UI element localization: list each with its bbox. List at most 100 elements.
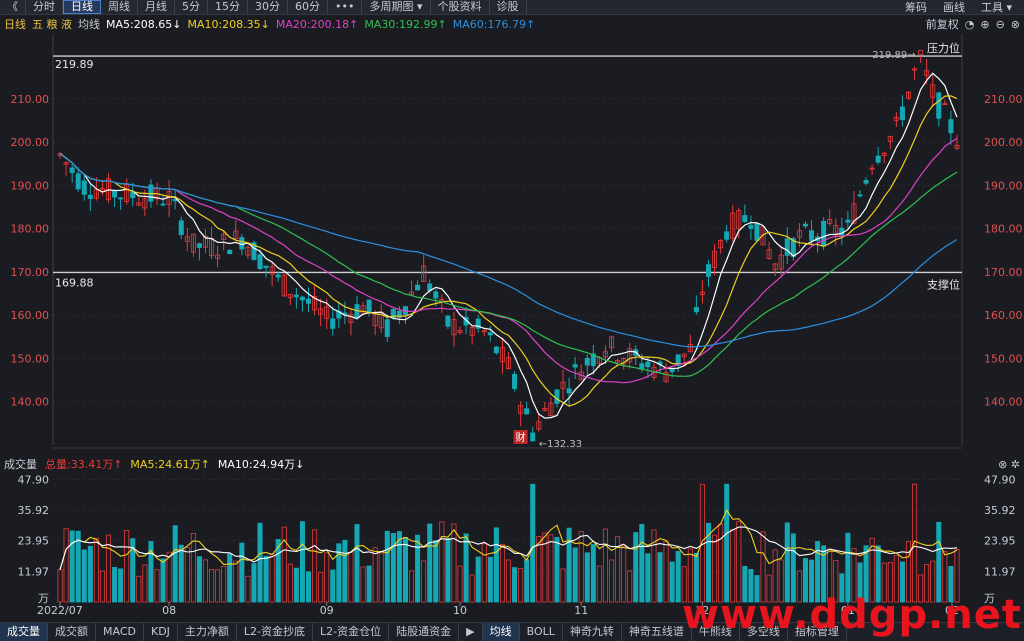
price-tick: 150.00 [11,352,50,365]
indicator-tab-2[interactable]: MACD [96,623,144,641]
volume-bar [202,559,209,603]
candle-body [493,346,499,354]
volume-bar [142,564,148,603]
candle-body [305,298,312,304]
volume-bar [57,569,63,603]
kline-chart[interactable]: 210.00 210.00 200.00 200.00 190.00 190.00 180.… [0,0,1024,622]
volume-bar [590,544,596,603]
event-tag: 财 [516,431,526,444]
indicator-tab-11[interactable]: 神奇九转 [563,623,622,641]
volume-bar [239,542,245,603]
vol-tick: 11.97 [18,565,50,578]
volume-bar [639,523,645,603]
volume-bar [63,528,69,603]
price-tick: 140.00 [11,396,50,409]
volume-bar [293,567,299,603]
volume-bar [572,547,578,603]
candle-body [227,249,233,255]
volume-bar [251,563,257,603]
candle-body [802,223,808,227]
candle-body [118,197,124,200]
indicator-tab-0[interactable]: 成交量 [0,623,48,641]
volume-bar [718,523,724,603]
price-tick: 150.00 [984,352,1023,365]
indicator-tab-1[interactable]: 成交额 [48,623,96,641]
candle-body [705,264,712,277]
volume-bar [505,559,512,603]
volume-bar [548,534,554,603]
candle-body [384,319,390,337]
candle-body [69,167,75,173]
volume-bar [190,532,196,603]
indicator-tab-5[interactable]: L2-资金抄底 [237,623,314,641]
candle-body [554,389,560,404]
indicator-tab-4[interactable]: 主力净额 [178,623,237,641]
volume-bar [621,545,627,603]
candle-body [524,408,530,415]
candle-body [160,203,166,206]
candle-body [724,231,730,240]
candle-body [784,238,790,256]
volume-bar [166,551,172,603]
candle-body [257,254,263,270]
volume-bar [209,569,215,603]
volume-bar [578,531,584,603]
volume-bar [439,521,445,603]
volume-bar [724,483,730,603]
candle-body [530,432,536,442]
candle-body [178,220,184,235]
volume-bar [669,561,675,603]
volume-bar [112,566,118,603]
candle-body [936,92,942,119]
candle-body [742,215,748,223]
candle-body [239,237,245,250]
resistance-label: 219.89 [55,58,94,71]
candle-body [754,223,760,241]
indicator-tab-3[interactable]: KDJ [144,623,178,641]
volume-bar [445,537,451,603]
volume-bar [566,527,572,603]
candle-body [645,361,651,368]
candle-body [415,284,421,291]
indicator-tab-7[interactable]: 陆股通资金 [389,623,460,641]
volume-bar [736,521,742,603]
indicator-tab-8[interactable]: ▶ [459,623,483,641]
volume-bar [427,523,433,603]
volume-bar [499,543,505,603]
vol-tick: 47.90 [18,473,50,486]
volume-bar [287,563,293,603]
resistance-tag: 压力位 [927,41,960,55]
price-tick: 170.00 [984,266,1023,279]
candle-body [863,179,869,184]
volume-bar [396,531,402,603]
indicator-tab-6[interactable]: L2-资金仓位 [313,623,390,641]
volume-bar [402,536,408,603]
candle-body [566,388,572,394]
volume-bar [87,545,93,603]
volume-bar [675,550,681,603]
candle-body [857,194,863,197]
volume-bar [245,575,251,603]
price-tick: 190.00 [984,179,1023,192]
volume-bar [354,524,360,603]
volume-bar [227,553,233,603]
volume-bar [469,574,475,603]
volume-bar [215,569,221,603]
candle-body [918,49,924,55]
volume-bar [136,575,142,603]
candle-body [81,180,87,195]
indicator-tab-10[interactable]: BOLL [520,623,563,641]
candle-body [748,224,754,229]
candle-body [445,315,451,327]
candle-body [299,296,305,301]
volume-bar [81,549,87,603]
volume-bar [481,543,487,603]
price-tick: 180.00 [11,223,50,236]
volume-bar [233,560,239,603]
price-tick: 210.00 [984,93,1023,106]
volume-bar [305,571,312,603]
volume-bar [269,553,275,603]
volume-bar [378,552,384,603]
volume-bar [409,570,415,603]
indicator-tab-9[interactable]: 均线 [482,623,520,641]
